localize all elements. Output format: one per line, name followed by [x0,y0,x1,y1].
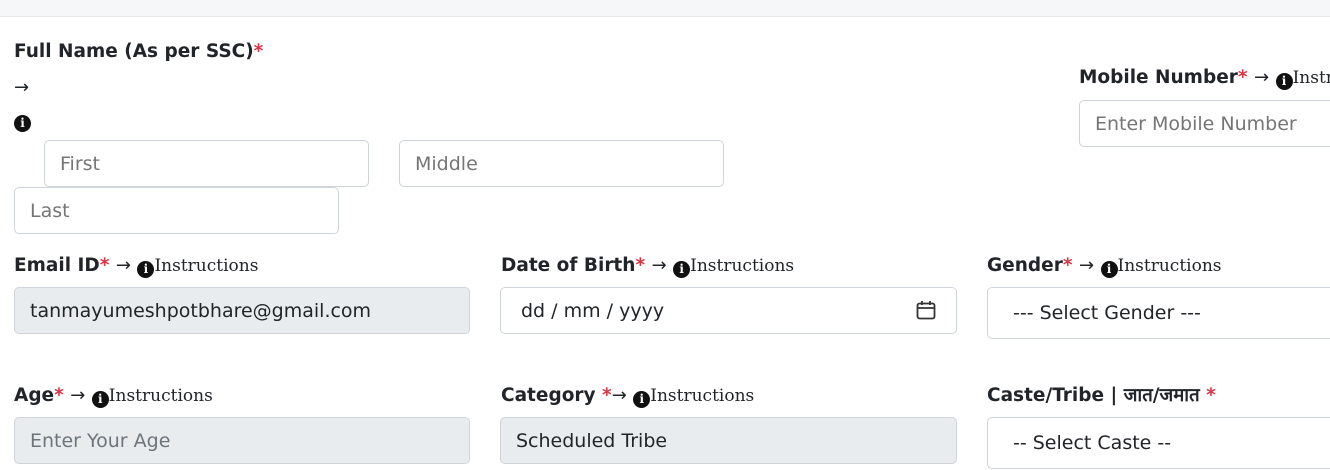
instructions-link[interactable]: Instructions [1118,256,1222,276]
date-of-birth-input[interactable]: dd / mm / yyyy [500,287,957,334]
instructions-link[interactable]: Instructions [650,386,754,406]
arrow-icon: → [651,255,667,276]
info-circle-icon[interactable]: i [1275,73,1293,90]
required-mark: * [1206,385,1216,406]
gender-select[interactable]: --- Select Gender --- [987,287,1330,339]
info-circle-icon[interactable]: i [91,391,109,408]
age-label: Age* → i Instructions [14,385,213,408]
info-circle-icon[interactable]: i [1100,261,1118,278]
gender-label: Gender* → i Instructions [987,255,1222,278]
dob-label: Date of Birth* → i Instructions [501,255,795,278]
full-name-arrow: → [14,76,29,100]
instructions-link[interactable]: Instructions [690,256,794,276]
info-circle-icon[interactable]: i [633,391,651,408]
calendar-icon[interactable] [916,300,936,320]
instructions-link[interactable]: Instr [1293,68,1330,88]
mobile-number-input[interactable] [1079,100,1330,147]
arrow-icon: → [70,385,86,406]
required-mark: * [99,255,110,276]
email-label: Email ID* → i Instructions [14,255,259,278]
mobile-label: Mobile Number* → i Instr [1079,66,1330,90]
top-bar [0,0,1330,17]
arrow-icon: → [1078,255,1095,276]
full-name-info[interactable]: i [14,108,31,132]
instructions-link[interactable]: Instructions [109,386,213,406]
arrow-icon: → [611,385,627,406]
caste-select[interactable]: -- Select Caste -- [987,417,1330,469]
required-mark: * [253,41,264,62]
full-name-label: Full Name (As per SSC)* [14,41,264,62]
middle-name-input[interactable] [399,140,724,187]
required-mark: * [635,255,646,276]
required-mark: * [54,385,64,406]
age-input[interactable]: Enter Your Age [14,417,470,464]
arrow-icon: → [1254,67,1270,88]
instructions-link[interactable]: Instructions [154,256,258,276]
required-mark: * [1062,255,1073,276]
caste-label: Caste/Tribe | जात/जमात * [987,385,1216,406]
arrow-icon: → [115,255,131,276]
category-field[interactable]: Scheduled Tribe [500,417,957,464]
last-name-input[interactable] [14,187,339,234]
info-circle-icon[interactable]: i [14,115,31,132]
info-circle-icon[interactable]: i [673,261,691,278]
required-mark: * [1237,67,1248,88]
arrow-icon: → [14,77,30,98]
info-circle-icon[interactable]: i [137,261,155,278]
email-field[interactable]: tanmayumeshpotbhare@gmail.com [14,287,470,334]
category-label: Category *→ i Instructions [501,385,755,408]
first-name-input[interactable] [44,140,369,187]
required-mark: * [602,385,612,406]
